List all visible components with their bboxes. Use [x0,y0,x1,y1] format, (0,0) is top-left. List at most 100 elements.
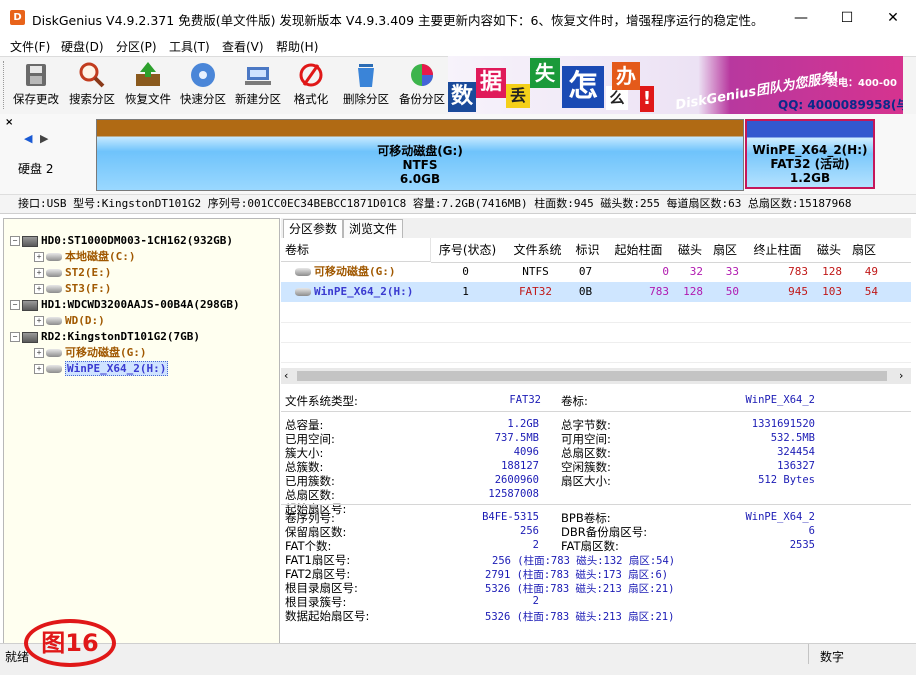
grid-line [281,322,911,323]
scroll-left-icon[interactable]: ‹ [284,369,288,382]
detail-value: 737.5MB [494,432,539,444]
recover-file-icon [133,61,163,89]
ad-banner[interactable]: 数 据 丢 失 怎 么 办 ! DiskGenius团队为您服务! 资电：400… [448,56,903,114]
save-changes-button[interactable]: 保存更改 [8,57,64,113]
tree-item-h[interactable]: + WinPE_X64_2(H:) [34,361,169,377]
disk-info-line: 接口:USB 型号:KingstonDT101G2 序列号:001CC0EC34… [0,194,916,214]
col-header-id[interactable]: 标识 [571,238,605,263]
new-partition-icon [243,61,273,89]
menu-partition[interactable]: 分区(P) [116,38,157,55]
table-row-selected[interactable]: WinPE_X64_2(H:) 1 FAT32 0B 783 128 50 94… [281,282,911,302]
ad-char-7: 办 [612,62,640,90]
horizontal-scrollbar[interactable]: ‹ › [281,368,911,384]
detail-value: 136327 [777,460,815,472]
col-header-end-sector[interactable]: 扇区 [846,238,883,263]
tree-item-hd1[interactable]: − HD1:WDCWD3200AAJS-00B4A(298GB) [10,297,240,313]
ad-char-3: 丢 [506,84,530,108]
new-partition-button[interactable]: 新建分区 [230,57,286,113]
tree-item-hd0[interactable]: − HD0:ST1000DM003-1CH162(932GB) [10,233,233,249]
next-disk-icon[interactable]: ▶ [40,132,48,145]
expand-icon[interactable]: + [34,284,44,294]
menu-tools[interactable]: 工具(T) [169,38,210,55]
tree-item-c[interactable]: + 本地磁盘(C:) [34,249,136,265]
col-header-start-cyl[interactable]: 起始柱面 [604,238,674,263]
col-header-end-cyl[interactable]: 终止柱面 [743,238,813,263]
scroll-right-icon[interactable]: › [899,369,903,382]
detail-value: 2600960 [494,474,539,486]
detail-value: 6 [808,525,815,537]
expand-icon[interactable]: + [34,268,44,278]
cell-head: 32 [689,265,703,278]
fs-type-label: 文件系统类型: [285,394,358,408]
menu-file[interactable]: 文件(F) [10,38,50,55]
partition-icon [295,268,311,276]
status-divider [808,644,809,664]
cell-head: 128 [683,285,703,298]
scrollbar-thumb[interactable] [297,371,887,381]
cell-end-head: 103 [822,285,842,298]
maximize-button[interactable]: ☐ [824,0,870,36]
partition-block-g[interactable]: 可移动磁盘(G:) NTFS 6.0GB [96,119,744,191]
detail-value: 188127 [501,460,539,472]
partition-block-h[interactable]: WinPE_X64_2(H:) FAT32 (活动) 1.2GB [745,119,875,189]
format-button[interactable]: 格式化 [286,57,336,113]
col-header-label[interactable]: 卷标 [281,238,431,262]
disk-label: 硬盘 2 [18,162,54,176]
ad-char-4: 失 [530,58,560,88]
window-title: DiskGenius V4.9.2.371 免费版(单文件版) 发现新版本 V4… [32,13,764,28]
tree-item-d[interactable]: + WD(D:) [34,313,105,329]
collapse-icon[interactable]: − [10,332,20,342]
cell-end-sector: 49 [864,265,878,278]
figure-badge: 图16 [24,619,116,667]
menu-help[interactable]: 帮助(H) [276,38,318,55]
tree-item-rd2[interactable]: − RD2:KingstonDT101G2(7GB) [10,329,200,345]
close-button[interactable]: ✕ [870,0,916,36]
col-header-index[interactable]: 序号(状态) [431,238,505,263]
cell-sector: 33 [725,265,739,278]
col-header-end-head[interactable]: 磁头 [812,238,847,263]
prev-disk-icon[interactable]: ◀ [24,132,32,145]
close-panel-icon[interactable]: × [5,117,13,128]
disk-tree: − HD0:ST1000DM003-1CH162(932GB) + 本地磁盘(C:)… [3,218,280,644]
detail-label: 数据起始扇区号: [285,609,370,623]
cell-label: WinPE_X64_2(H:) [281,282,431,302]
pie-backup-icon [407,61,437,89]
hard-disk-icon [22,235,38,247]
cell-index: 0 [462,265,469,278]
magnifier-icon [77,61,107,89]
col-header-sector[interactable]: 扇区 [707,238,744,263]
tree-item-g[interactable]: + 可移动磁盘(G:) [34,345,147,361]
col-header-head[interactable]: 磁头 [673,238,708,263]
separator [281,411,911,412]
partition-g-size: 6.0GB [399,172,441,186]
expand-icon[interactable]: + [34,316,44,326]
tab-partition-params[interactable]: 分区参数 [283,219,344,238]
quick-partition-button[interactable]: 快速分区 [176,57,230,113]
expand-icon[interactable]: + [34,364,44,374]
col-header-fs[interactable]: 文件系统 [504,238,572,263]
cell-end-sector: 54 [864,285,878,298]
num-lock-indicator: 数字 [820,650,845,664]
expand-icon[interactable]: + [34,348,44,358]
partition-g-fs: NTFS [402,158,438,172]
trash-icon [351,61,381,89]
cell-sector: 50 [725,285,739,298]
backup-partition-button[interactable]: 备份分区 [394,57,450,113]
recover-file-label: 恢复文件 [125,92,171,106]
tree-item-label: RD2:KingstonDT101G2(7GB) [41,330,200,343]
search-partition-button[interactable]: 搜索分区 [64,57,120,113]
table-row[interactable]: 可移动磁盘(G:) 0 NTFS 07 0 32 33 783 128 49 [281,262,911,282]
ad-char-1: 数 [448,82,476,112]
recover-file-button[interactable]: 恢复文件 [120,57,176,113]
menu-view[interactable]: 查看(V) [222,38,264,55]
tab-browse-files[interactable]: 浏览文件 [343,219,404,238]
detail-value: 1.2GB [507,418,539,430]
collapse-icon[interactable]: − [10,300,20,310]
menu-disk[interactable]: 硬盘(D) [61,38,104,55]
tree-item-f[interactable]: + ST3(F:) [34,281,111,297]
delete-partition-button[interactable]: 删除分区 [338,57,394,113]
tree-item-e[interactable]: + ST2(E:) [34,265,111,281]
minimize-button[interactable]: — [778,0,824,36]
collapse-icon[interactable]: − [10,236,20,246]
expand-icon[interactable]: + [34,252,44,262]
